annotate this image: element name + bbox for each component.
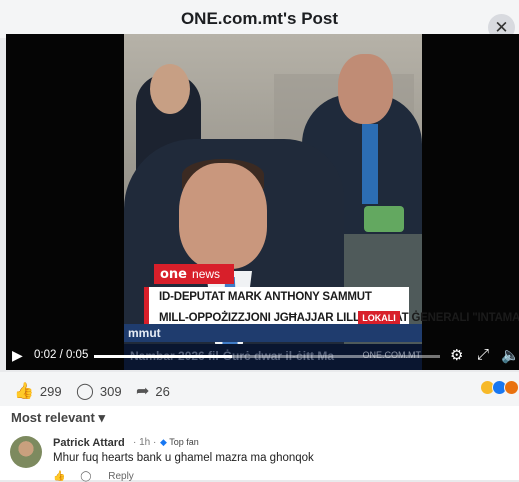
- ticker-bar: mmut: [124, 324, 422, 342]
- fullscreen-icon: ⤢: [477, 346, 490, 363]
- comment-count: 309: [99, 383, 122, 399]
- headline-line-1: ID-DEPUTAT MARK ANTHONY SAMMUT: [159, 291, 372, 303]
- reactions-row: 👍 299 ◯ 309 ➦ 26: [0, 372, 519, 406]
- comment-icon: ◯: [76, 383, 94, 400]
- share-icon: ➦: [136, 383, 150, 400]
- video-player[interactable]: one news ID-DEPUTAT MARK ANTHONY SAMMUT …: [6, 34, 519, 370]
- headline-line-2: MILL-OPPOŻIZZJONI JGĦAJJAR LILL-AVUKAT Ġ…: [159, 312, 519, 324]
- comment-button[interactable]: ◯ 309: [76, 381, 122, 401]
- sort-dropdown[interactable]: Most relevant ▾: [11, 410, 105, 426]
- angry-emoji-icon: [504, 380, 519, 395]
- diamond-icon: ◆: [160, 437, 167, 447]
- video-controls: ▶ 0:02 / 0:05 ⚙ ⤢ 🔈: [6, 344, 519, 368]
- comment-text: Mhur fuq hearts bank u ghamel mazra ma g…: [53, 452, 314, 464]
- fullscreen-button[interactable]: ⤢: [477, 346, 489, 363]
- share-button[interactable]: ➦ 26: [136, 381, 170, 401]
- play-icon: ▶: [12, 347, 23, 363]
- one-news-logo: one news: [154, 264, 234, 284]
- avatar[interactable]: [10, 436, 42, 468]
- play-button[interactable]: ▶: [12, 347, 26, 363]
- comments-section: Most relevant ▾ Patrick Attard · 1h · ◆ …: [0, 406, 519, 482]
- thumbs-up-icon[interactable]: 👍: [53, 471, 65, 482]
- time-display: 0:02 / 0:05: [34, 349, 89, 361]
- ticker-text: mmut: [128, 326, 161, 340]
- gear-icon: ⚙: [450, 347, 464, 364]
- like-button[interactable]: 👍 299: [14, 381, 62, 401]
- progress-fill: [94, 355, 233, 358]
- chevron-down-icon: ▾: [98, 410, 105, 425]
- share-count: 26: [155, 383, 170, 399]
- comment-age: · 1h ·: [133, 437, 157, 448]
- thumbs-up-icon: 👍: [14, 383, 34, 400]
- post-header: ONE.com.mt's Post ✕: [0, 0, 519, 41]
- comment-author[interactable]: Patrick Attard: [53, 437, 125, 449]
- reaction-summary[interactable]: [480, 380, 519, 395]
- progress-bar[interactable]: [94, 355, 440, 358]
- like-count: 299: [39, 383, 62, 399]
- comment-icon[interactable]: ◯: [80, 471, 91, 482]
- volume-icon: 🔈: [501, 347, 519, 364]
- settings-button[interactable]: ⚙: [450, 346, 463, 364]
- top-fan-badge: ◆ Top fan: [160, 437, 199, 447]
- lokali-tag: LOKALI: [358, 311, 400, 325]
- reply-row: 👍 ◯ Reply: [53, 471, 134, 482]
- reply-link[interactable]: Reply: [108, 471, 134, 482]
- volume-button[interactable]: 🔈: [501, 346, 519, 364]
- post-title: ONE.com.mt's Post: [180, 9, 339, 28]
